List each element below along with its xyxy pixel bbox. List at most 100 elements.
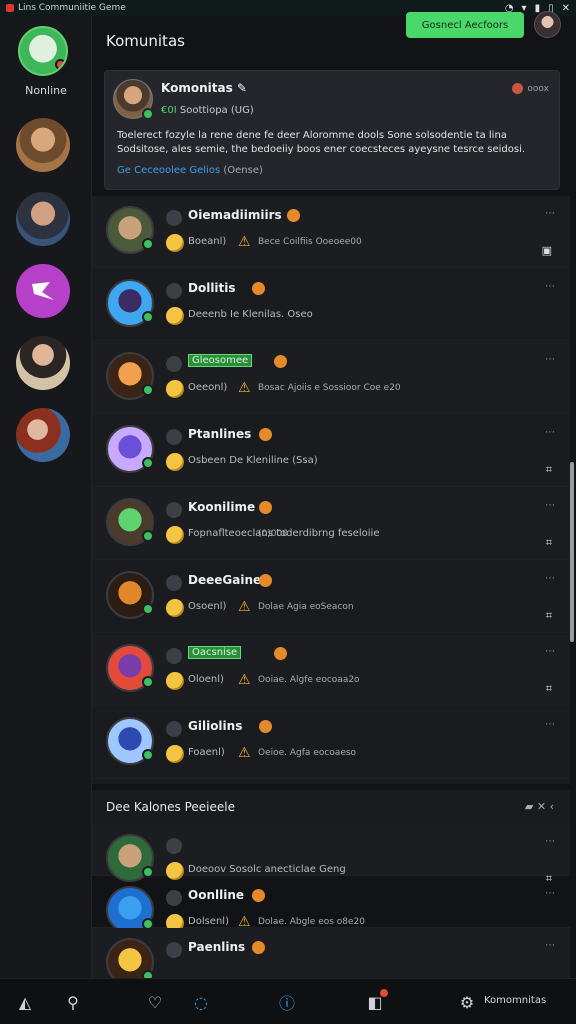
member-detail: Dolae. Abgle eos o8e20: [258, 917, 366, 927]
more-icon[interactable]: ⋯: [545, 940, 556, 951]
more-icon[interactable]: ⋯: [545, 281, 556, 292]
heart-icon[interactable]: ♡: [144, 991, 166, 1013]
rail-avatar-2[interactable]: [16, 192, 70, 246]
member-row[interactable]: Ptanlines Osbeen De Kleniline (Ssa) ⋯ ⌗: [92, 415, 570, 487]
chat-icon[interactable]: ◌: [190, 991, 212, 1013]
home-icon[interactable]: ◭: [14, 991, 36, 1013]
more-icon[interactable]: ⋯: [545, 646, 556, 657]
action-icon[interactable]: ⌗: [546, 463, 552, 477]
member-name[interactable]: Koonilime: [188, 500, 255, 514]
member-row[interactable]: DeeeGaine Osoenl) ⚠ Dolae Agia eoSeacon ⋯ ⌗: [92, 561, 570, 633]
more-icon[interactable]: ⋯: [545, 500, 556, 511]
member-row[interactable]: Doeoov Sosolc anecticlae Geng ⋯ ⌗: [92, 824, 570, 885]
member-row[interactable]: Giliolins Foaenl) ⚠ Oeioe. Agfa eocoaeso ⋯: [92, 707, 570, 779]
online-indicator: [142, 108, 154, 120]
warning-icon: ⚠: [238, 599, 251, 615]
action-icon[interactable]: ⌗: [546, 536, 552, 550]
app-icon: [6, 4, 14, 12]
online-indicator: [142, 530, 154, 542]
settings-icon[interactable]: ⚙: [456, 991, 478, 1013]
action-icon[interactable]: ⌗: [546, 682, 552, 696]
member-row[interactable]: Paenlins ⋯: [92, 928, 570, 986]
member-avatar[interactable]: [106, 279, 154, 327]
user-avatar[interactable]: [534, 11, 561, 38]
member-avatar[interactable]: [106, 886, 154, 934]
member-name[interactable]: Gleosomee: [188, 354, 253, 367]
member-name[interactable]: Giliolins: [188, 719, 242, 733]
community-link[interactable]: Ge Ceceoolee Gelios (Oense): [117, 165, 263, 176]
member-avatar[interactable]: [106, 206, 154, 254]
community-rail: Nonline: [0, 16, 92, 978]
notification-badge: [380, 989, 388, 997]
community-flag[interactable]: ooox: [512, 83, 549, 94]
close-icon[interactable]: ✕: [562, 3, 570, 14]
community-flag-text: ooox: [527, 83, 549, 94]
more-icon[interactable]: ⋯: [545, 354, 556, 365]
more-icon[interactable]: ⋯: [545, 719, 556, 730]
member-name[interactable]: Paenlins: [188, 940, 245, 954]
member-name[interactable]: Oonlline: [188, 888, 244, 902]
member-avatar[interactable]: [106, 717, 154, 765]
rail-avatar-4[interactable]: [16, 408, 70, 462]
section-tools[interactable]: ▰ ✕ ‹: [525, 800, 554, 813]
member-avatar[interactable]: [106, 644, 154, 692]
member-row[interactable]: Oiemadiimiirs Boeanl) ⚠ Bece Coilfiis Ooeoe…: [92, 196, 570, 268]
member-avatar[interactable]: [106, 425, 154, 473]
member-name[interactable]: Oiemadiimiirs: [188, 208, 282, 222]
info-icon[interactable]: ⓘ: [276, 991, 298, 1013]
member-row[interactable]: Oonlline Dolsenl) ⚠ Dolae. Abgle eos o8e20 ⋯: [92, 876, 570, 934]
member-avatar[interactable]: [106, 834, 154, 882]
member-detail: Ooiae. Algfe eocoaa2o: [258, 675, 360, 685]
member-name[interactable]: Dollitis: [188, 281, 236, 295]
more-icon[interactable]: ⋯: [545, 888, 556, 899]
community-avatar[interactable]: [113, 79, 154, 120]
member-name[interactable]: Ptanlines: [188, 427, 251, 441]
member-name[interactable]: DeeeGaine: [188, 573, 261, 587]
online-indicator: [142, 603, 154, 615]
member-avatar[interactable]: [106, 498, 154, 546]
more-icon[interactable]: ⋯: [545, 573, 556, 584]
verified-badge: [259, 501, 272, 514]
verified-badge: [274, 355, 287, 368]
scrollbar[interactable]: [570, 462, 574, 642]
member-name[interactable]: Oacsnise: [188, 646, 242, 659]
community-description: Toelerect fozyle la rene dene fe deer Al…: [117, 130, 526, 155]
more-icon[interactable]: ⋯: [545, 427, 556, 438]
action-icon[interactable]: ⌗: [546, 609, 552, 623]
battery-icon: ▮: [534, 2, 541, 14]
member-row[interactable]: Gleosomee Oeeonl) ⚠ Bosac Ajoiis e Sossioor…: [92, 342, 570, 414]
member-row[interactable]: Koonilime Fopnaflteoeclans toderdibrng fe…: [92, 488, 570, 560]
rail-avatar-3[interactable]: [16, 336, 70, 390]
member-detail: Oeioe. Agfa eocoaeso: [258, 748, 357, 758]
community-link-text[interactable]: Ge Ceceoolee Gelios: [117, 165, 220, 176]
game-icon: [166, 210, 182, 226]
member-avatar[interactable]: [106, 352, 154, 400]
member-avatar[interactable]: [106, 571, 154, 619]
member-meta: Boeanl): [188, 236, 227, 247]
member-row[interactable]: Dollitis Deeenb Ie Klenilas. Oseo ⋯: [92, 269, 570, 341]
coin-icon: [166, 526, 184, 544]
more-icon[interactable]: ⋯: [545, 836, 556, 847]
more-icon[interactable]: ⋯: [545, 208, 556, 219]
member-row[interactable]: Oacsnise Oloenl) ⚠ Ooiae. Algfe eocoaa2o ⋯ ⌗: [92, 634, 570, 706]
page-title: Komunitas: [106, 32, 185, 50]
self-avatar[interactable]: [18, 26, 68, 76]
status-app-name: Lins Communiitie Geme: [18, 3, 126, 13]
search-icon[interactable]: ⚲: [62, 991, 84, 1013]
nav-label[interactable]: Komomnitas: [484, 995, 546, 1006]
coin-icon: [166, 307, 184, 325]
community-icon: [32, 282, 54, 300]
section-title: Dee Kalones Peeieele: [106, 800, 235, 814]
warning-icon: ⚠: [238, 234, 251, 250]
game-icon: [166, 283, 182, 299]
primary-action-button[interactable]: Gosnecl Aecfoors: [406, 12, 524, 38]
rail-avatar-1[interactable]: [16, 118, 70, 172]
action-icon[interactable]: ▣: [542, 244, 552, 257]
game-icon: [166, 942, 182, 958]
verified-badge: [252, 282, 265, 295]
online-indicator: [142, 676, 154, 688]
member-meta: Oeeonl): [188, 382, 228, 393]
rail-community-icon[interactable]: [16, 264, 70, 318]
coin-icon: [166, 599, 184, 617]
member-meta: Oloenl): [188, 674, 224, 685]
